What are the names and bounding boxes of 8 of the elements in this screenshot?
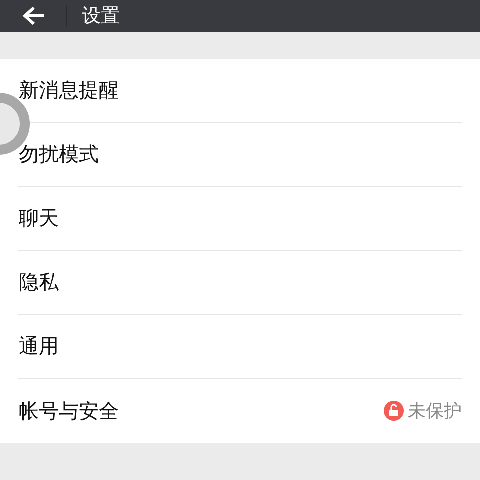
status-text: 未保护 <box>408 400 462 423</box>
lock-icon <box>384 401 404 421</box>
settings-item[interactable]: 聊天 <box>18 187 462 251</box>
settings-item[interactable]: 帐号与安全 未保护 <box>18 379 462 443</box>
window-title: 设置 <box>82 4 120 29</box>
settings-item[interactable]: 隐私 <box>18 251 462 315</box>
settings-item[interactable]: 通用 <box>18 315 462 379</box>
back-icon[interactable] <box>22 6 46 26</box>
